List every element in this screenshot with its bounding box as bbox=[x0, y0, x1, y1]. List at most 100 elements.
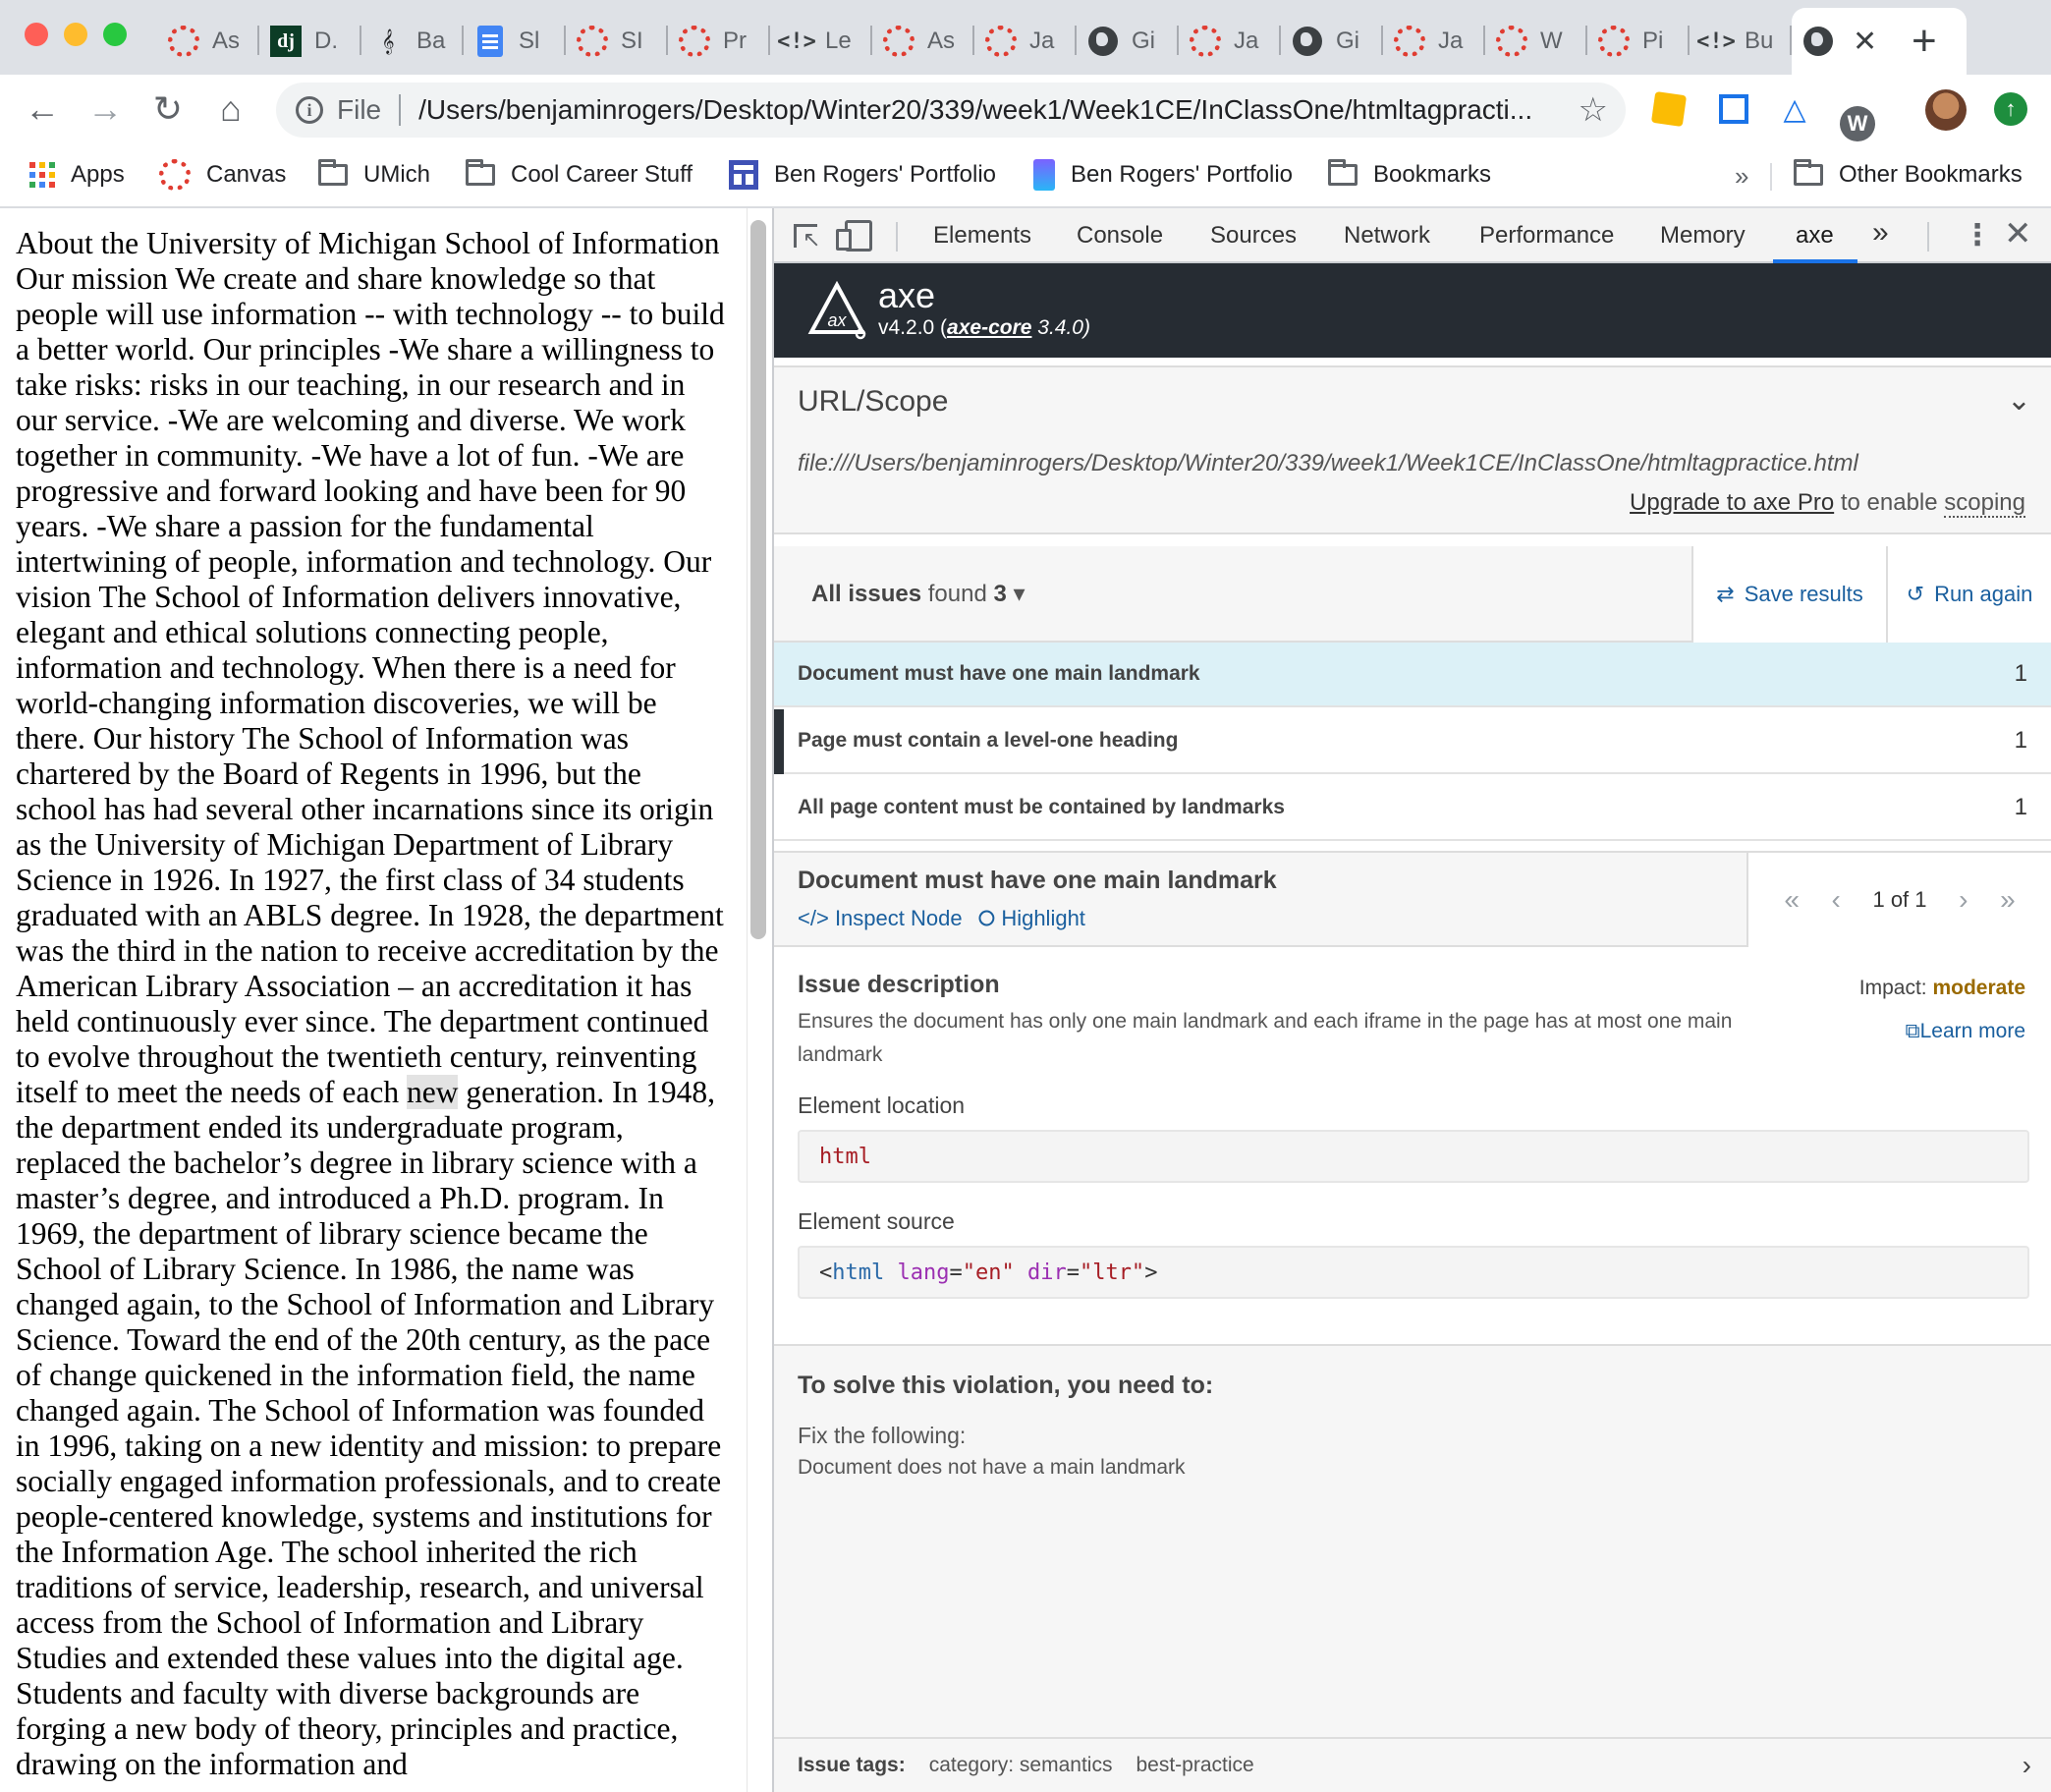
issue-tags-label: Issue tags: bbox=[798, 1754, 906, 1776]
axe-version: v4.2.0 (axe-core 3.4.0) bbox=[878, 316, 1090, 340]
bookmark-bookmarks[interactable]: Bookmarks bbox=[1328, 155, 1491, 195]
zoom-window-button[interactable] bbox=[103, 23, 127, 46]
bookmark-star-icon[interactable]: ☆ bbox=[1579, 90, 1608, 130]
web-page-content: About the University of Michigan School … bbox=[0, 208, 747, 1792]
close-tab-icon[interactable]: ✕ bbox=[1853, 25, 1877, 59]
solve-title: To solve this violation, you need to: bbox=[798, 1372, 1214, 1399]
home-icon[interactable]: ⌂ bbox=[206, 84, 255, 134]
extension-notes-icon[interactable] bbox=[1650, 90, 1688, 128]
tab-title: Le bbox=[825, 28, 852, 54]
forward-arrow-icon[interactable]: → bbox=[81, 84, 130, 134]
first-page-icon[interactable]: « bbox=[1784, 884, 1800, 916]
kebab-menu-icon[interactable]: ⋮ bbox=[1963, 218, 1992, 253]
chevron-right-icon[interactable]: › bbox=[2023, 1750, 2031, 1781]
tab-title: As bbox=[927, 28, 956, 54]
last-page-icon[interactable]: » bbox=[2000, 884, 2016, 916]
bookmark-portfolio[interactable]: Ben Rogers' Portfolio bbox=[729, 155, 996, 195]
run-again-button[interactable]: ↺ Run again bbox=[1886, 546, 2051, 643]
close-window-button[interactable] bbox=[25, 23, 48, 46]
issue-tags-bar[interactable]: Issue tags: category: semantics best-pra… bbox=[774, 1737, 2051, 1792]
browser-tab[interactable]: dj D. bbox=[259, 8, 361, 75]
address-bar[interactable]: i File /Users/benjaminrogers/Desktop/Win… bbox=[276, 83, 1626, 138]
element-location-box[interactable]: html bbox=[798, 1130, 2029, 1183]
inspect-node-link[interactable]: </> Inspect Node bbox=[798, 906, 963, 931]
previous-page-icon[interactable]: ‹ bbox=[1832, 884, 1841, 916]
browser-tab[interactable]: Pr bbox=[668, 8, 770, 75]
avatar[interactable] bbox=[1925, 89, 1967, 131]
browser-tab[interactable]: SI bbox=[566, 8, 668, 75]
axe-core-link[interactable]: axe-core bbox=[947, 316, 1031, 339]
folder-icon bbox=[1794, 159, 1823, 186]
crop-extension-icon[interactable] bbox=[1715, 90, 1752, 128]
browser-tab[interactable]: Pi bbox=[1587, 8, 1690, 75]
tab-memory[interactable]: Memory bbox=[1660, 208, 1746, 263]
minimize-window-button[interactable] bbox=[64, 23, 87, 46]
browser-tab[interactable]: 𝄞 Ba bbox=[361, 8, 464, 75]
tab-network[interactable]: Network bbox=[1344, 208, 1430, 263]
music-icon: 𝄞 bbox=[381, 28, 395, 53]
browser-tab[interactable]: <!> Bu bbox=[1690, 8, 1792, 75]
chevron-down-icon[interactable]: ⌄ bbox=[2007, 383, 2031, 418]
tab-axe[interactable]: axe bbox=[1796, 208, 1834, 263]
w-extension-icon[interactable]: W bbox=[1839, 90, 1876, 141]
bookmarks-bar: Apps Canvas UMich Cool Career Stuff Ben … bbox=[0, 143, 2051, 208]
learn-more-link[interactable]: ⧉Learn more bbox=[1906, 1020, 2025, 1043]
update-arrow-icon[interactable]: ↑ bbox=[1994, 92, 2027, 126]
inspect-element-icon[interactable] bbox=[794, 224, 820, 252]
next-page-icon[interactable]: › bbox=[1959, 884, 1968, 916]
browser-tab[interactable]: W bbox=[1485, 8, 1587, 75]
highlighted-word: new bbox=[406, 1075, 459, 1109]
issue-description-title: Issue description bbox=[798, 971, 1000, 998]
back-arrow-icon[interactable]: ← bbox=[18, 84, 67, 134]
url-text[interactable]: /Users/benjaminrogers/Desktop/Winter20/3… bbox=[418, 94, 1568, 126]
browser-tab[interactable]: Gi bbox=[1281, 8, 1383, 75]
browser-tab[interactable]: As bbox=[157, 8, 259, 75]
devtools-panel: Elements Console Sources Network Perform… bbox=[774, 208, 2051, 1792]
issue-row[interactable]: All page content must be contained by la… bbox=[774, 776, 2051, 841]
tab-console[interactable]: Console bbox=[1077, 208, 1163, 263]
bookmark-other-bookmarks[interactable]: Other Bookmarks bbox=[1794, 155, 2023, 195]
bookmark-canvas[interactable]: Canvas bbox=[159, 155, 286, 195]
browser-tab[interactable]: Ja bbox=[1383, 8, 1485, 75]
bookmarks-overflow-icon[interactable]: » bbox=[1735, 161, 1748, 192]
bookmark-apps[interactable]: Apps bbox=[29, 155, 125, 195]
browser-tab[interactable]: Gi bbox=[1077, 8, 1179, 75]
highlight-link[interactable]: ⭘ Highlight bbox=[978, 906, 1085, 931]
browser-tab[interactable]: Sl bbox=[464, 8, 566, 75]
browser-tab[interactable]: Ja bbox=[974, 8, 1077, 75]
upgrade-link[interactable]: Upgrade to axe Pro bbox=[1630, 489, 1834, 516]
save-results-button[interactable]: ⇄ Save results bbox=[1691, 546, 1886, 643]
tab-title: Gi bbox=[1132, 28, 1155, 54]
svg-text:ax: ax bbox=[827, 310, 847, 330]
reload-icon[interactable]: ↻ bbox=[143, 84, 193, 134]
solve-violation-section: To solve this violation, you need to: Fi… bbox=[774, 1344, 2051, 1792]
device-toolbar-icon[interactable] bbox=[836, 220, 874, 252]
issue-row[interactable]: Page must contain a level-one heading 1 bbox=[774, 709, 2051, 774]
element-source-box[interactable]: < html lang = "en" dir = "ltr" > bbox=[798, 1246, 2029, 1299]
active-browser-tab[interactable]: ✕ bbox=[1792, 8, 1967, 75]
tab-elements[interactable]: Elements bbox=[933, 208, 1031, 263]
issue-row[interactable]: Document must have one main landmark 1 bbox=[774, 643, 2051, 707]
code-icon: <!> bbox=[777, 28, 816, 54]
browser-tab[interactable]: As bbox=[872, 8, 974, 75]
issue-title: Page must contain a level-one heading bbox=[798, 729, 1179, 752]
axe-extension-icon[interactable]: △ bbox=[1776, 90, 1813, 128]
impact-value: moderate bbox=[1932, 977, 2025, 999]
issues-filter-dropdown[interactable]: All issues found 3 ▾ bbox=[811, 580, 1026, 608]
bookmark-portfolio-alt[interactable]: Ben Rogers' Portfolio bbox=[1033, 155, 1293, 195]
more-tabs-icon[interactable]: » bbox=[1872, 216, 1889, 250]
browser-tab[interactable]: Ja bbox=[1179, 8, 1281, 75]
caret-down-icon: ▾ bbox=[1013, 581, 1026, 607]
close-devtools-icon[interactable]: ✕ bbox=[2004, 214, 2032, 253]
bookmark-cool-career-stuff[interactable]: Cool Career Stuff bbox=[466, 155, 693, 195]
folder-icon bbox=[466, 159, 495, 186]
browser-tab[interactable]: <!> Le bbox=[770, 8, 872, 75]
tab-sources[interactable]: Sources bbox=[1210, 208, 1297, 263]
page-scrollbar-thumb[interactable] bbox=[750, 220, 766, 939]
tab-performance[interactable]: Performance bbox=[1479, 208, 1614, 263]
scoping-term[interactable]: scoping bbox=[1944, 489, 2025, 518]
canvas-icon bbox=[1189, 25, 1222, 58]
new-tab-button[interactable]: + bbox=[1912, 14, 1937, 69]
bookmark-umich[interactable]: UMich bbox=[318, 155, 430, 195]
info-icon[interactable]: i bbox=[296, 96, 323, 124]
